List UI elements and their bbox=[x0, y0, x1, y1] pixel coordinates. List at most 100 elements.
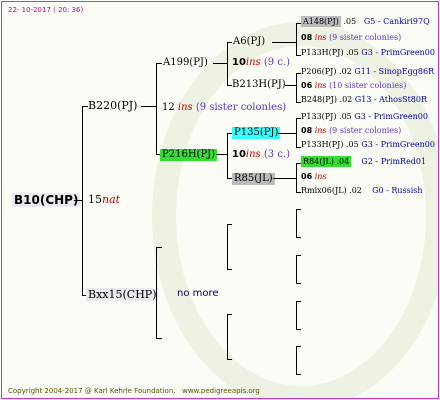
gen4-row-5: 06 ins (10 sister colonies) bbox=[301, 82, 406, 90]
gen4-breeder: G0 - Russish bbox=[372, 186, 423, 195]
gen4-count: 08 bbox=[301, 33, 313, 42]
dam-queen[interactable]: Bxx15(CHP) bbox=[86, 288, 159, 301]
connector bbox=[296, 301, 297, 330]
connector bbox=[227, 269, 232, 270]
connector bbox=[156, 63, 157, 155]
connector bbox=[296, 346, 301, 347]
gen4-ins: ins bbox=[314, 126, 327, 135]
gen4-sisters: (10 sister colonies) bbox=[329, 81, 407, 90]
gen2-dam[interactable]: P216H(PJ) bbox=[160, 149, 218, 161]
sire-queen[interactable]: B220(PJ) bbox=[88, 100, 137, 111]
connector bbox=[296, 237, 301, 238]
gen2-count: 12 bbox=[162, 102, 175, 113]
gen4-breeder: G13 - AthosSt80R bbox=[354, 95, 427, 104]
gen4-breeder: G3 - PrimGreen00 bbox=[354, 112, 428, 121]
gen4-row-4: P206(PJ) .02 G11 - SinopEgg86R bbox=[301, 68, 434, 76]
pedigree-frame: 22- 10-2017 ( 20: 36) B10(CHP) 15nat B22… bbox=[1, 1, 439, 399]
connector bbox=[156, 247, 162, 248]
connector bbox=[213, 63, 228, 64]
connector bbox=[296, 301, 301, 302]
connector bbox=[227, 314, 228, 360]
gen4-row-8: 08 ins (9 sister colonies) bbox=[301, 127, 401, 135]
gen4-row-11: 06 ins bbox=[301, 173, 327, 181]
connector bbox=[296, 346, 297, 375]
connector bbox=[296, 283, 301, 284]
connector bbox=[156, 247, 157, 339]
gen2-sire[interactable]: A199(PJ) bbox=[163, 58, 208, 68]
gen4-ins: ins bbox=[314, 81, 327, 90]
connector bbox=[227, 42, 232, 43]
connector bbox=[296, 329, 301, 330]
root-info: 15nat bbox=[88, 194, 120, 205]
gen4-year: .05 bbox=[343, 17, 357, 26]
gen4-queen[interactable]: R84(JL) .04 bbox=[301, 156, 352, 167]
report-date: 22- 10-2017 ( 20: 36) bbox=[8, 6, 84, 14]
gen3-a[interactable]: A6(PJ) bbox=[233, 37, 265, 47]
connector bbox=[156, 63, 162, 64]
gen4-breeder: G3 - PrimGreen00 bbox=[361, 140, 435, 149]
gen2-sisters: (9 sister colonies) bbox=[195, 102, 287, 113]
gen4-year: .05 bbox=[339, 112, 352, 121]
gen4-breeder: G11 - SinopEgg86R bbox=[354, 67, 435, 76]
gen3-d[interactable]: P135(PJ) bbox=[232, 127, 281, 139]
gen4-queen[interactable]: P133H(PJ) bbox=[301, 48, 343, 57]
gen4-row-10: R84(JL) .04 G2 - PrimRed01 bbox=[301, 156, 427, 167]
connector bbox=[296, 73, 297, 103]
gen3-e-ins: ins bbox=[245, 149, 261, 160]
gen4-breeder: G5 - Cankiri97Q bbox=[363, 17, 430, 26]
footer: Copyright 2004-2017 @ Karl Kehrle Founda… bbox=[8, 388, 260, 395]
gen4-count: 06 bbox=[301, 172, 313, 181]
connector bbox=[272, 42, 297, 43]
no-more-note: no more bbox=[177, 288, 219, 299]
connector bbox=[227, 224, 232, 225]
connector bbox=[82, 106, 83, 296]
gen4-row-6: B248(PJ) .02 G13 - AthosSt80R bbox=[301, 96, 427, 104]
gen4-queen[interactable]: P133(PJ) bbox=[301, 112, 336, 121]
connector bbox=[227, 224, 228, 270]
gen4-breeder: G3 - PrimGreen00 bbox=[361, 48, 435, 57]
gen4-row-3: P133H(PJ) .05 G3 - PrimGreen00 bbox=[301, 49, 435, 57]
gen4-queen[interactable]: B248(PJ) bbox=[301, 95, 337, 104]
gen4-breeder: G2 - PrimRed01 bbox=[361, 157, 427, 166]
gen4-ins: ins bbox=[314, 172, 327, 181]
gen2-sister-info: 12 ins (9 sister colonies) bbox=[162, 103, 286, 113]
gen2-ins: ins bbox=[177, 102, 193, 113]
connector bbox=[296, 118, 297, 148]
gen3-c[interactable]: B213H(PJ) bbox=[232, 80, 286, 90]
gen3-b-info: 10ins (9 c.) bbox=[232, 58, 290, 68]
gen4-count: 06 bbox=[301, 81, 313, 90]
connector bbox=[227, 42, 228, 86]
connector bbox=[296, 209, 297, 238]
gen4-year: .02 bbox=[339, 95, 353, 104]
gen3-b-count: 10 bbox=[232, 57, 246, 68]
root-queen[interactable]: B10(CHP) bbox=[12, 193, 81, 207]
connector bbox=[273, 178, 297, 179]
connector bbox=[296, 163, 297, 193]
connector bbox=[227, 359, 232, 360]
gen4-row-9: P133H(PJ) .05 G3 - PrimGreen00 bbox=[301, 141, 435, 149]
gen4-row-2: 08 ins (9 sister colonies) bbox=[301, 34, 401, 42]
gen4-year: .02 bbox=[339, 67, 352, 76]
gen4-queen[interactable]: P206(PJ) bbox=[301, 67, 336, 76]
gen4-year: .02 bbox=[349, 186, 362, 195]
gen4-row-7: P133(PJ) .05 G3 - PrimGreen00 bbox=[301, 113, 428, 121]
connector bbox=[141, 106, 157, 107]
connector bbox=[296, 23, 297, 56]
gen3-e-sisters: (3 c.) bbox=[263, 149, 291, 160]
connector bbox=[296, 209, 301, 210]
footer-link[interactable]: www.pedigreeapis.org bbox=[182, 387, 260, 395]
copyright: Copyright 2004-2017 @ Karl Kehrle Founda… bbox=[8, 387, 176, 395]
root-count: 15 bbox=[88, 193, 102, 206]
connector bbox=[156, 338, 162, 339]
gen4-ins: ins bbox=[314, 33, 327, 42]
gen4-queen[interactable]: A148(PJ) bbox=[301, 16, 341, 27]
gen4-row-12: Rmix06(JL) .02 G0 - Russish bbox=[301, 187, 423, 195]
gen3-f[interactable]: R85(JL) bbox=[232, 173, 275, 185]
connector bbox=[296, 255, 297, 284]
root-ins: nat bbox=[102, 193, 121, 206]
gen4-queen[interactable]: P133H(PJ) bbox=[301, 140, 343, 149]
gen4-year: .05 bbox=[346, 140, 359, 149]
connector bbox=[296, 255, 301, 256]
gen4-queen[interactable]: Rmix06(JL) bbox=[301, 186, 347, 195]
gen3-e-info: 10ins (3 c.) bbox=[232, 150, 290, 160]
